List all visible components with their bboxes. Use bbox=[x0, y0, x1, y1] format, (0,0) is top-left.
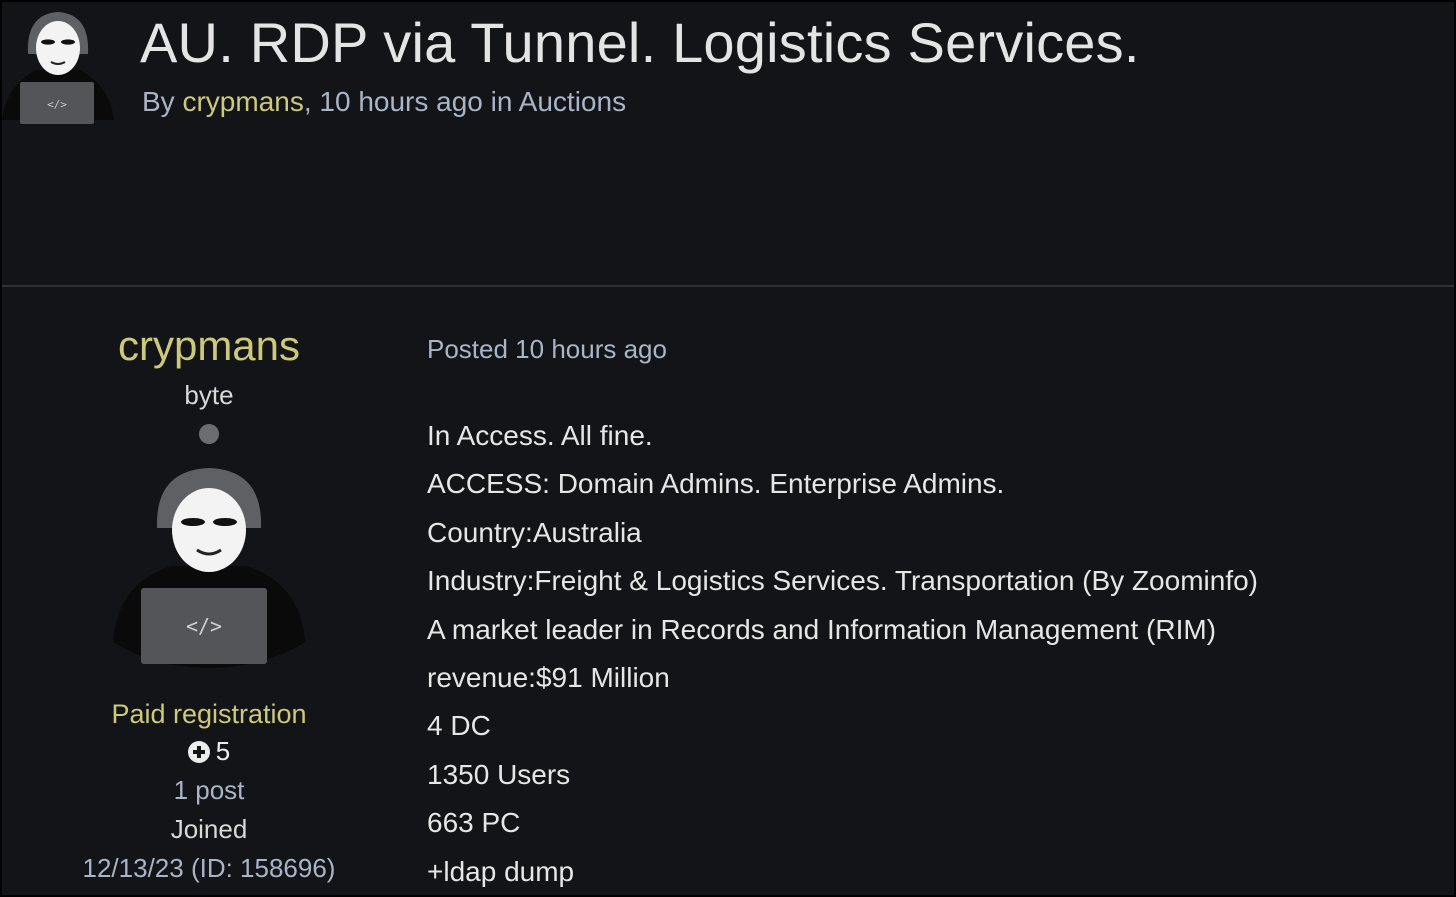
post-line: +ldap dump bbox=[427, 855, 575, 887]
avatar-laptop-text: </> bbox=[186, 614, 222, 638]
post-body: In Access. All fine. ACCESS: Domain Admi… bbox=[427, 412, 1427, 895]
author-profile-panel: crypmans byte </> Paid registration 5 1 … bbox=[42, 320, 376, 883]
post-line: 4 DC bbox=[427, 710, 491, 742]
profile-joined-label: Joined bbox=[170, 814, 248, 844]
post-line: revenue:$91 Million bbox=[427, 662, 670, 694]
post-line: In Access. All fine. bbox=[427, 420, 653, 451]
post-line: ACCESS: Domain Admins. Enterprise Admins… bbox=[427, 468, 1005, 500]
byline-prefix: By bbox=[142, 86, 183, 117]
forum-thread-view: </> AU. RDP via Tunnel. Logistics Servic… bbox=[0, 0, 1456, 897]
thread-byline: By crypmans, 10 hours ago in Auctions bbox=[142, 86, 626, 118]
post-line: 663 PC bbox=[427, 807, 521, 839]
post-timestamp-link[interactable]: Posted 10 hours ago bbox=[427, 332, 1427, 366]
byline-meta: , 10 hours ago in Auctions bbox=[303, 86, 627, 117]
thread-title: AU. RDP via Tunnel. Logistics Services. bbox=[140, 11, 1140, 74]
post-line: 1350 Users bbox=[427, 758, 571, 790]
profile-username-link[interactable]: crypmans bbox=[42, 320, 376, 372]
hacker-avatar-icon[interactable]: </> bbox=[113, 466, 305, 672]
post-line: A market leader in Records and Informati… bbox=[427, 613, 1217, 645]
profile-posts-link[interactable]: 1 post bbox=[42, 775, 376, 805]
profile-reputation: 5 bbox=[42, 736, 376, 766]
profile-joined-date: 12/13/23 (ID: 158696) bbox=[82, 853, 336, 883]
post-line: Industry:Freight & Logistics Services. T… bbox=[427, 565, 1258, 597]
reputation-plus-icon bbox=[187, 741, 210, 763]
reputation-count: 5 bbox=[215, 736, 231, 766]
post-content: Posted 10 hours ago In Access. All fine.… bbox=[427, 332, 1427, 895]
online-status-icon bbox=[199, 424, 219, 444]
avatar-laptop-text: </> bbox=[47, 98, 67, 111]
post-line: Country:Australia bbox=[427, 516, 642, 548]
author-avatar-icon[interactable]: </> bbox=[2, 8, 114, 130]
profile-rank: byte bbox=[184, 380, 234, 410]
thread-header: </> AU. RDP via Tunnel. Logistics Servic… bbox=[2, 2, 1454, 287]
profile-group: Paid registration bbox=[111, 699, 307, 729]
byline-author-link[interactable]: crypmans bbox=[182, 86, 303, 117]
